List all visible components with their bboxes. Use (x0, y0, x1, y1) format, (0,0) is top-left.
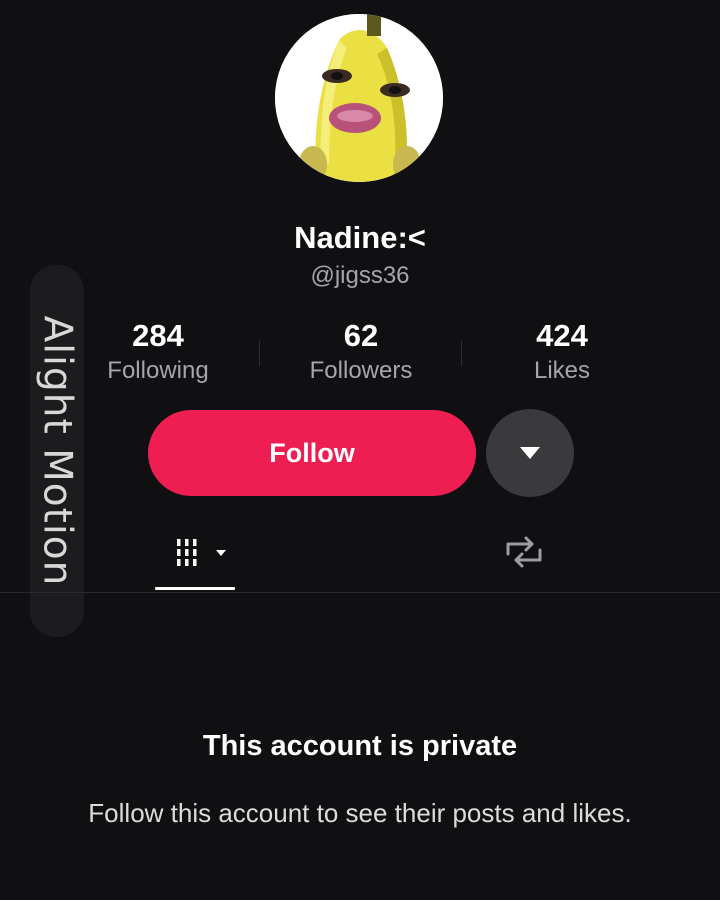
profile-avatar[interactable] (275, 14, 443, 182)
following-count: 284 (132, 318, 184, 353)
private-account-subtitle: Follow this account to see their posts a… (88, 798, 632, 828)
active-tab-indicator (155, 587, 235, 590)
followers-count: 62 (343, 318, 379, 353)
stat-likes[interactable]: 424 Likes (462, 318, 662, 388)
likes-label: Likes (533, 357, 591, 384)
follow-button[interactable]: Follow (148, 410, 476, 496)
banana-face-avatar-icon (275, 14, 443, 182)
caret-down-icon (520, 447, 540, 459)
repost-icon (506, 536, 542, 568)
tab-reposts[interactable] (498, 530, 550, 574)
videos-grid-icon (177, 539, 226, 566)
tab-videos[interactable] (170, 530, 230, 578)
likes-count: 424 (536, 318, 588, 353)
followers-label: Followers (309, 357, 413, 384)
private-account-title: This account is private (202, 730, 518, 762)
more-options-button[interactable] (486, 409, 574, 497)
display-name: Nadine:< (294, 220, 426, 255)
username-handle: @jigss36 (310, 262, 410, 289)
stat-divider (259, 340, 260, 366)
following-label: Following (107, 357, 209, 384)
stat-following[interactable]: 284 Following (58, 318, 258, 388)
stat-followers[interactable]: 62 Followers (261, 318, 461, 388)
tabs-divider (0, 592, 720, 593)
